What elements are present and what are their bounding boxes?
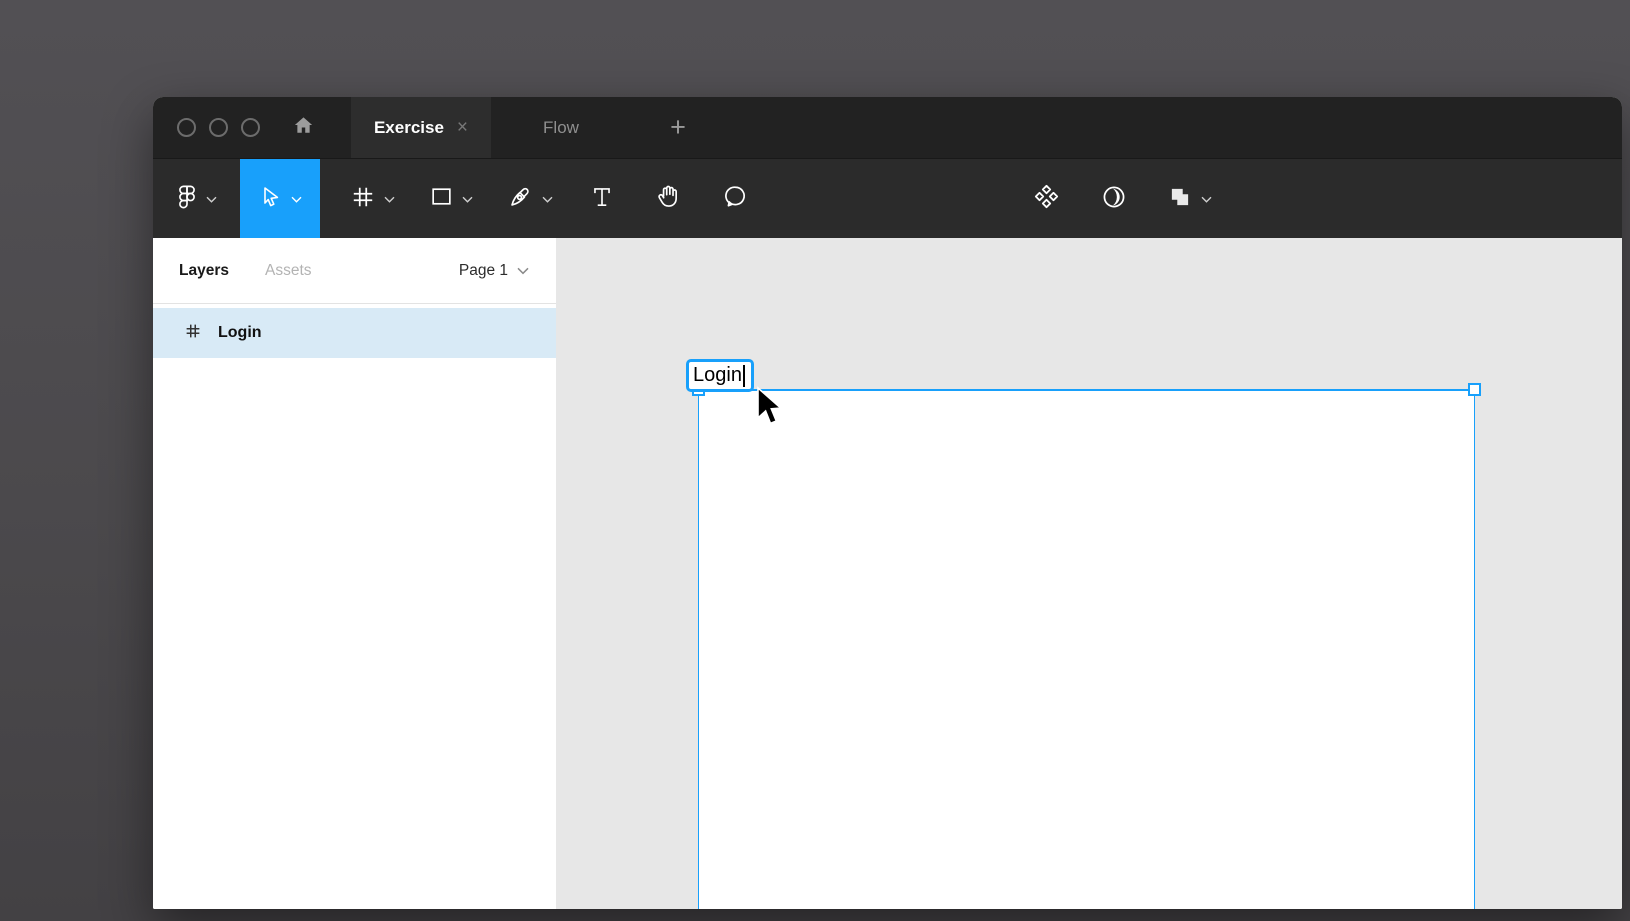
home-icon — [292, 114, 315, 142]
new-tab-button[interactable]: + — [643, 97, 713, 158]
page-selector[interactable]: Page 1 — [459, 262, 529, 280]
hand-icon — [654, 183, 681, 215]
comment-tool-button[interactable] — [703, 159, 767, 239]
traffic-lights — [153, 97, 260, 158]
panel-header: Layers Assets Page 1 — [153, 238, 556, 304]
zoom-window-button[interactable] — [241, 118, 260, 137]
tab-exercise[interactable]: Exercise × — [351, 97, 491, 158]
tab-label: Exercise — [373, 117, 444, 137]
mouse-cursor-icon — [755, 386, 789, 435]
titlebar: Exercise × Flow + — [153, 97, 1622, 158]
rectangle-icon — [429, 184, 454, 214]
speech-bubble-icon — [722, 183, 749, 215]
boolean-groups-button[interactable] — [1153, 159, 1225, 239]
chevron-down-icon — [517, 262, 529, 280]
frame-name-value: Login — [693, 364, 742, 386]
use-as-mask-button[interactable] — [1085, 159, 1143, 239]
text-caret — [742, 364, 746, 387]
chevron-down-icon — [206, 190, 217, 208]
chevron-down-icon — [384, 190, 395, 208]
pen-tool-button[interactable] — [491, 159, 569, 239]
tab-flow[interactable]: Flow — [491, 97, 631, 158]
object-toolbar — [1017, 159, 1225, 239]
pen-icon — [507, 183, 534, 215]
tab-label: Flow — [543, 117, 579, 137]
layer-name: Login — [218, 324, 262, 341]
chevron-down-icon — [462, 190, 473, 208]
chevron-down-icon — [1201, 190, 1212, 208]
figma-logo-icon — [176, 184, 198, 215]
close-tab-icon[interactable]: × — [457, 118, 468, 137]
text-tool-button[interactable] — [573, 159, 631, 239]
mask-moon-icon — [1100, 183, 1128, 216]
frame-hash-icon — [350, 184, 376, 215]
minimize-window-button[interactable] — [209, 118, 228, 137]
text-t-icon — [589, 184, 615, 215]
main-menu-button[interactable] — [163, 159, 229, 239]
tab-assets[interactable]: Assets — [265, 262, 312, 280]
selected-frame[interactable] — [698, 389, 1475, 909]
home-button[interactable] — [274, 97, 332, 158]
figma-window: Exercise × Flow + Layers Assets Page 1 L… — [153, 97, 1622, 909]
content-area: Layers Assets Page 1 Login Login — [153, 238, 1622, 909]
selection-handle-top-right[interactable] — [1468, 383, 1481, 396]
create-component-button[interactable] — [1017, 159, 1075, 239]
component-diamonds-icon — [1033, 183, 1060, 215]
frame-name-input[interactable]: Login — [686, 359, 754, 392]
frame-tool-button[interactable] — [333, 159, 411, 239]
tab-layers[interactable]: Layers — [179, 262, 229, 280]
shape-tool-button[interactable] — [415, 159, 487, 239]
hand-tool-button[interactable] — [635, 159, 699, 239]
page-selector-label: Page 1 — [458, 261, 508, 279]
chevron-down-icon — [291, 190, 302, 208]
layers-panel: Layers Assets Page 1 Login — [153, 238, 556, 909]
canvas[interactable]: Login — [556, 238, 1622, 909]
frame-layer-icon — [184, 322, 202, 345]
move-cursor-icon — [259, 184, 283, 215]
close-window-button[interactable] — [177, 118, 196, 137]
chevron-down-icon — [542, 190, 553, 208]
move-tool-button[interactable] — [240, 159, 320, 239]
toolbar — [153, 158, 1622, 239]
boolean-union-icon — [1167, 184, 1193, 215]
layer-row-login[interactable]: Login — [153, 308, 556, 358]
